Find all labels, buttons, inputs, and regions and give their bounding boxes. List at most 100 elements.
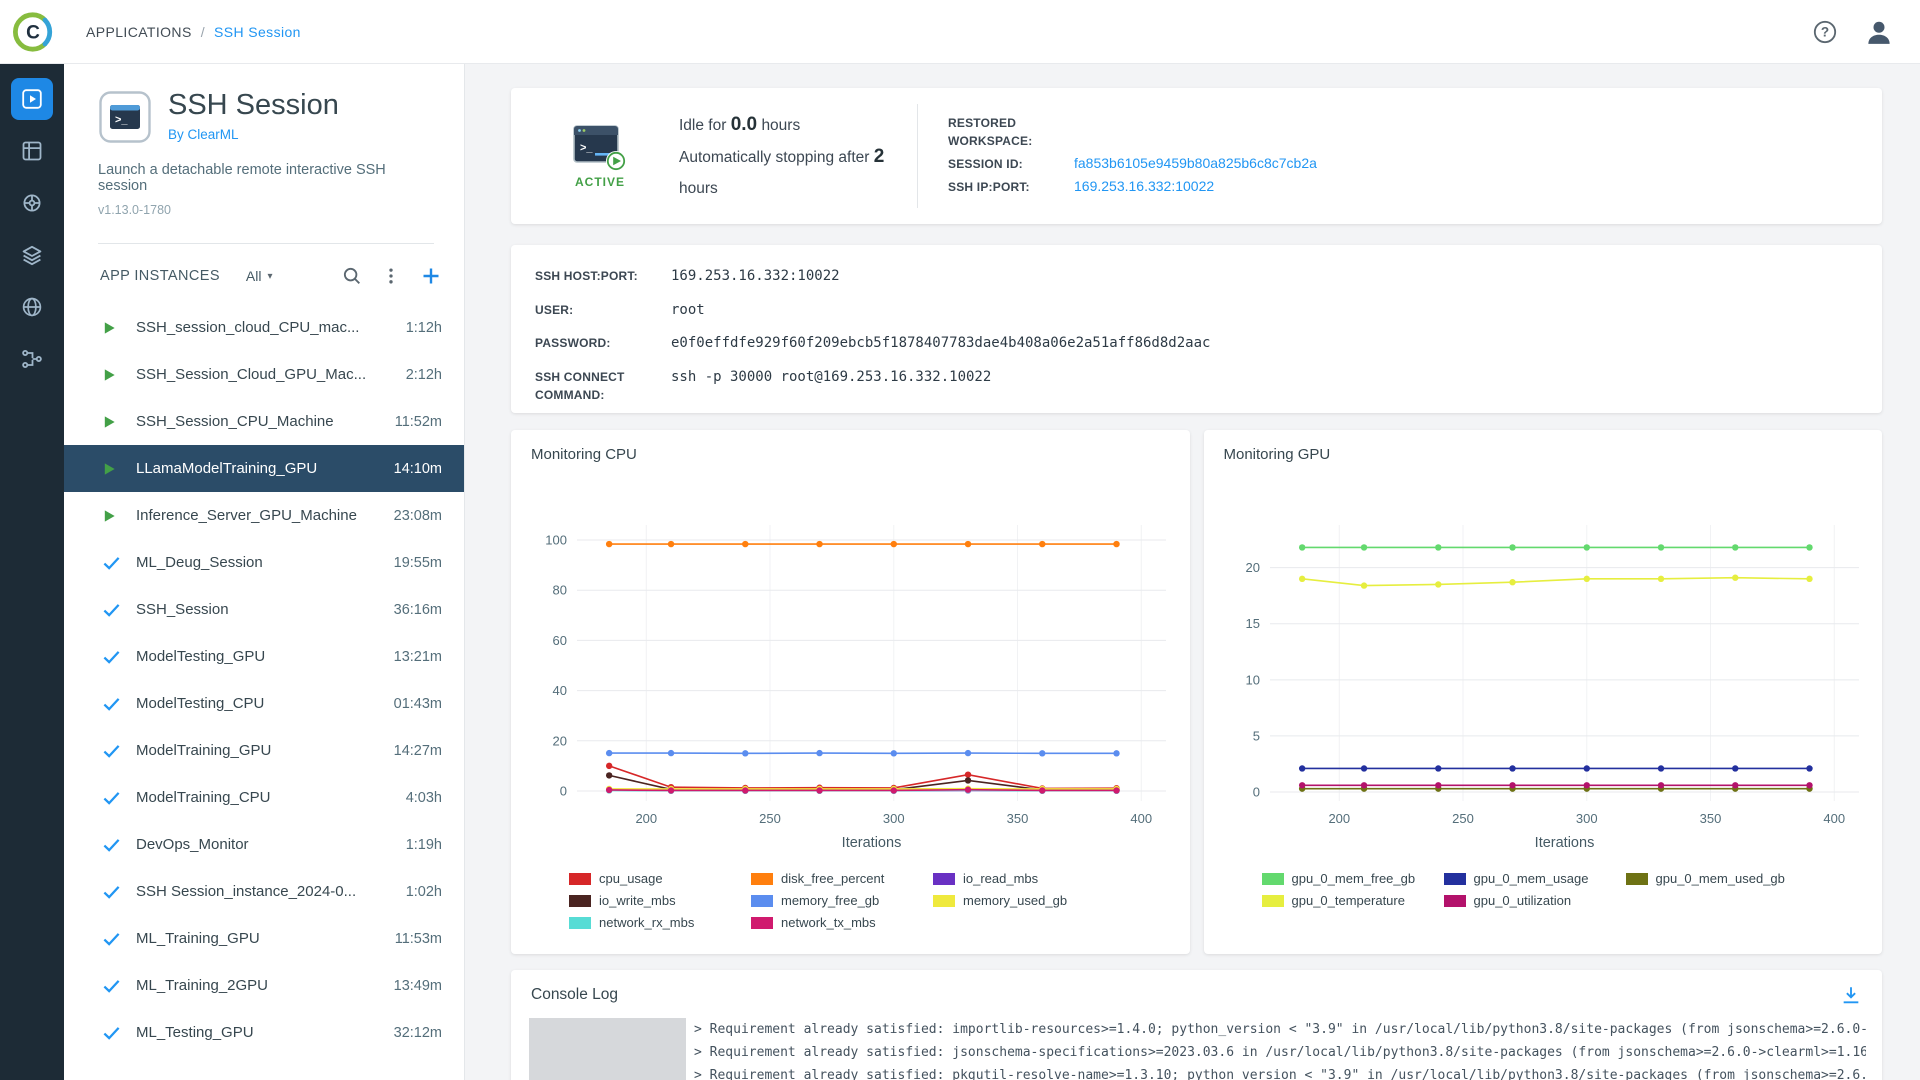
pipeline-icon — [20, 347, 44, 371]
app-instance-row[interactable]: LLamaModelTraining_GPU 14:10m — [64, 445, 464, 492]
instance-name: SSH_Session — [136, 601, 229, 618]
legend-item-gpu_0_mem_used_gb[interactable]: gpu_0_mem_used_gb — [1626, 871, 1808, 886]
more-options-button[interactable] — [378, 263, 404, 289]
monitoring-charts-row: Monitoring CPU 2002503003504000204060801… — [511, 430, 1882, 954]
add-instance-button[interactable] — [416, 261, 446, 291]
app-instance-row[interactable]: Inference_Server_GPU_Machine 23:08m — [64, 492, 464, 539]
legend-item-memory_used_gb[interactable]: memory_used_gb — [933, 893, 1115, 908]
svg-text:250: 250 — [759, 811, 781, 826]
nav-item-applications[interactable] — [11, 78, 53, 120]
search-icon — [341, 265, 363, 287]
nav-item-projects[interactable] — [11, 130, 53, 172]
svg-text:350: 350 — [1007, 811, 1029, 826]
user-avatar-icon — [1864, 17, 1894, 47]
main-content: >_ ACTIVE Idle for 0.0 hours Automatical… — [465, 64, 1920, 1080]
ssh-ip-link[interactable]: 169.253.16.332:10022 — [1074, 178, 1214, 194]
legend-item-memory_free_gb[interactable]: memory_free_gb — [751, 893, 933, 908]
app-instance-row[interactable]: SSH Session_instance_2024-0... 1:02h — [64, 868, 464, 915]
ssh-details-card: SSH HOST:PORT: 169.253.16.332:10022 USER… — [511, 245, 1882, 413]
legend-item-gpu_0_mem_free_gb[interactable]: gpu_0_mem_free_gb — [1262, 871, 1444, 886]
app-instance-row[interactable]: SSH_Session_Cloud_GPU_Mac... 2:12h — [64, 351, 464, 398]
instances-header: APP INSTANCES — [100, 268, 220, 284]
legend-swatch — [751, 873, 773, 885]
help-circle-icon: ? — [1812, 19, 1838, 45]
app-instance-row[interactable]: ML_Deug_Session 19:55m — [64, 539, 464, 586]
app-instance-row[interactable]: ModelTesting_GPU 13:21m — [64, 633, 464, 680]
svg-text:10: 10 — [1245, 672, 1259, 687]
svg-text:Iterations: Iterations — [842, 835, 902, 851]
ssh-ip-label: SSH IP:PORT: — [948, 179, 1074, 196]
detail-value: e0f0effdfe929f60f209ebcb5f1878407783dae4… — [671, 334, 1210, 354]
legend-item-gpu_0_mem_usage[interactable]: gpu_0_mem_usage — [1444, 871, 1626, 886]
download-log-button[interactable] — [1840, 984, 1862, 1006]
legend-item-network_rx_mbs[interactable]: network_rx_mbs — [569, 915, 751, 930]
legend-item-io_read_mbs[interactable]: io_read_mbs — [933, 871, 1115, 886]
ssh-app-icon: >_ — [98, 90, 152, 144]
app-instance-row[interactable]: ML_Training_2GPU 13:49m — [64, 962, 464, 1009]
legend-item-disk_free_percent[interactable]: disk_free_percent — [751, 871, 933, 886]
instance-duration: 36:16m — [384, 602, 442, 618]
legend-swatch — [1262, 873, 1284, 885]
search-button[interactable] — [338, 262, 366, 290]
legend-label: network_tx_mbs — [781, 915, 876, 930]
legend-label: gpu_0_utilization — [1474, 893, 1572, 908]
svg-text:>_: >_ — [115, 114, 128, 126]
nav-item-pipelines[interactable] — [11, 338, 53, 380]
completed-status-icon — [102, 978, 121, 994]
nav-item-datasets[interactable] — [11, 234, 53, 276]
detail-value: root — [671, 301, 705, 321]
app-instance-row[interactable]: ML_Testing_GPU 32:12m — [64, 1009, 464, 1056]
svg-text:200: 200 — [1328, 811, 1350, 826]
svg-text:350: 350 — [1699, 811, 1721, 826]
breadcrumb: APPLICATIONS / SSH Session — [86, 24, 301, 40]
legend-label: memory_used_gb — [963, 893, 1067, 908]
breadcrumb-applications[interactable]: APPLICATIONS — [86, 24, 192, 40]
console-log-body[interactable]: > Requirement already satisfied: importl… — [511, 1016, 1882, 1080]
filter-dropdown[interactable]: All ▾ — [246, 268, 273, 284]
byline-link[interactable]: By ClearML — [168, 127, 239, 142]
legend-item-gpu_0_utilization[interactable]: gpu_0_utilization — [1444, 893, 1626, 908]
legend-label: cpu_usage — [599, 871, 663, 886]
instance-name: LLamaModelTraining_GPU — [136, 460, 317, 477]
app-instance-row[interactable]: ML_Training_GPU 11:53m — [64, 915, 464, 962]
legend-swatch — [1262, 895, 1284, 907]
user-avatar-button[interactable] — [1862, 15, 1896, 49]
console-log-title: Console Log — [531, 986, 618, 1004]
instance-duration: 13:49m — [384, 978, 442, 994]
instance-duration: 01:43m — [384, 696, 442, 712]
app-header: >_ SSH Session By ClearML Launch a detac… — [64, 64, 464, 217]
idle-hours-value: 0.0 — [731, 114, 757, 135]
console-log-card: Console Log > Requirement already satisf… — [511, 970, 1882, 1080]
globe-icon — [20, 295, 44, 319]
instance-name: ML_Training_2GPU — [136, 977, 268, 994]
app-instance-row[interactable]: ModelTraining_GPU 14:27m — [64, 727, 464, 774]
nav-item-reports[interactable] — [11, 286, 53, 328]
completed-status-icon — [102, 696, 121, 712]
legend-item-network_tx_mbs[interactable]: network_tx_mbs — [751, 915, 933, 930]
completed-status-icon — [102, 837, 121, 853]
workspace-info: RESTORED WORKSPACE: SESSION ID: fa853b61… — [948, 110, 1317, 202]
legend-item-cpu_usage[interactable]: cpu_usage — [569, 871, 751, 886]
app-instance-row[interactable]: DevOps_Monitor 1:19h — [64, 821, 464, 868]
legend-label: gpu_0_mem_usage — [1474, 871, 1589, 886]
legend-item-gpu_0_temperature[interactable]: gpu_0_temperature — [1262, 893, 1444, 908]
detail-label: SSH HOST:PORT: — [535, 267, 671, 287]
session-id-link[interactable]: fa853b6105e9459b80a825b6c8c7cb2a — [1074, 155, 1317, 171]
help-button[interactable]: ? — [1810, 17, 1840, 47]
instance-duration: 14:27m — [384, 743, 442, 759]
instance-duration: 11:53m — [385, 931, 442, 947]
legend-item-io_write_mbs[interactable]: io_write_mbs — [569, 893, 751, 908]
instance-duration: 1:02h — [396, 884, 442, 900]
app-version: v1.13.0-1780 — [98, 203, 434, 217]
console-gutter — [529, 1018, 686, 1080]
app-instance-row[interactable]: ModelTraining_CPU 4:03h — [64, 774, 464, 821]
instance-name: ModelTesting_GPU — [136, 648, 265, 665]
app-instance-row[interactable]: SSH_Session 36:16m — [64, 586, 464, 633]
app-instance-row[interactable]: ModelTesting_CPU 01:43m — [64, 680, 464, 727]
legend-label: disk_free_percent — [781, 871, 884, 886]
app-instance-row[interactable]: SSH_session_cloud_CPU_mac... 1:12h — [64, 304, 464, 351]
app-instance-row[interactable]: SSH_Session_CPU_Machine 11:52m — [64, 398, 464, 445]
clearml-logo[interactable]: C — [12, 11, 54, 53]
nav-item-workers-queues[interactable] — [11, 182, 53, 224]
detail-value: 169.253.16.332:10022 — [671, 267, 840, 287]
